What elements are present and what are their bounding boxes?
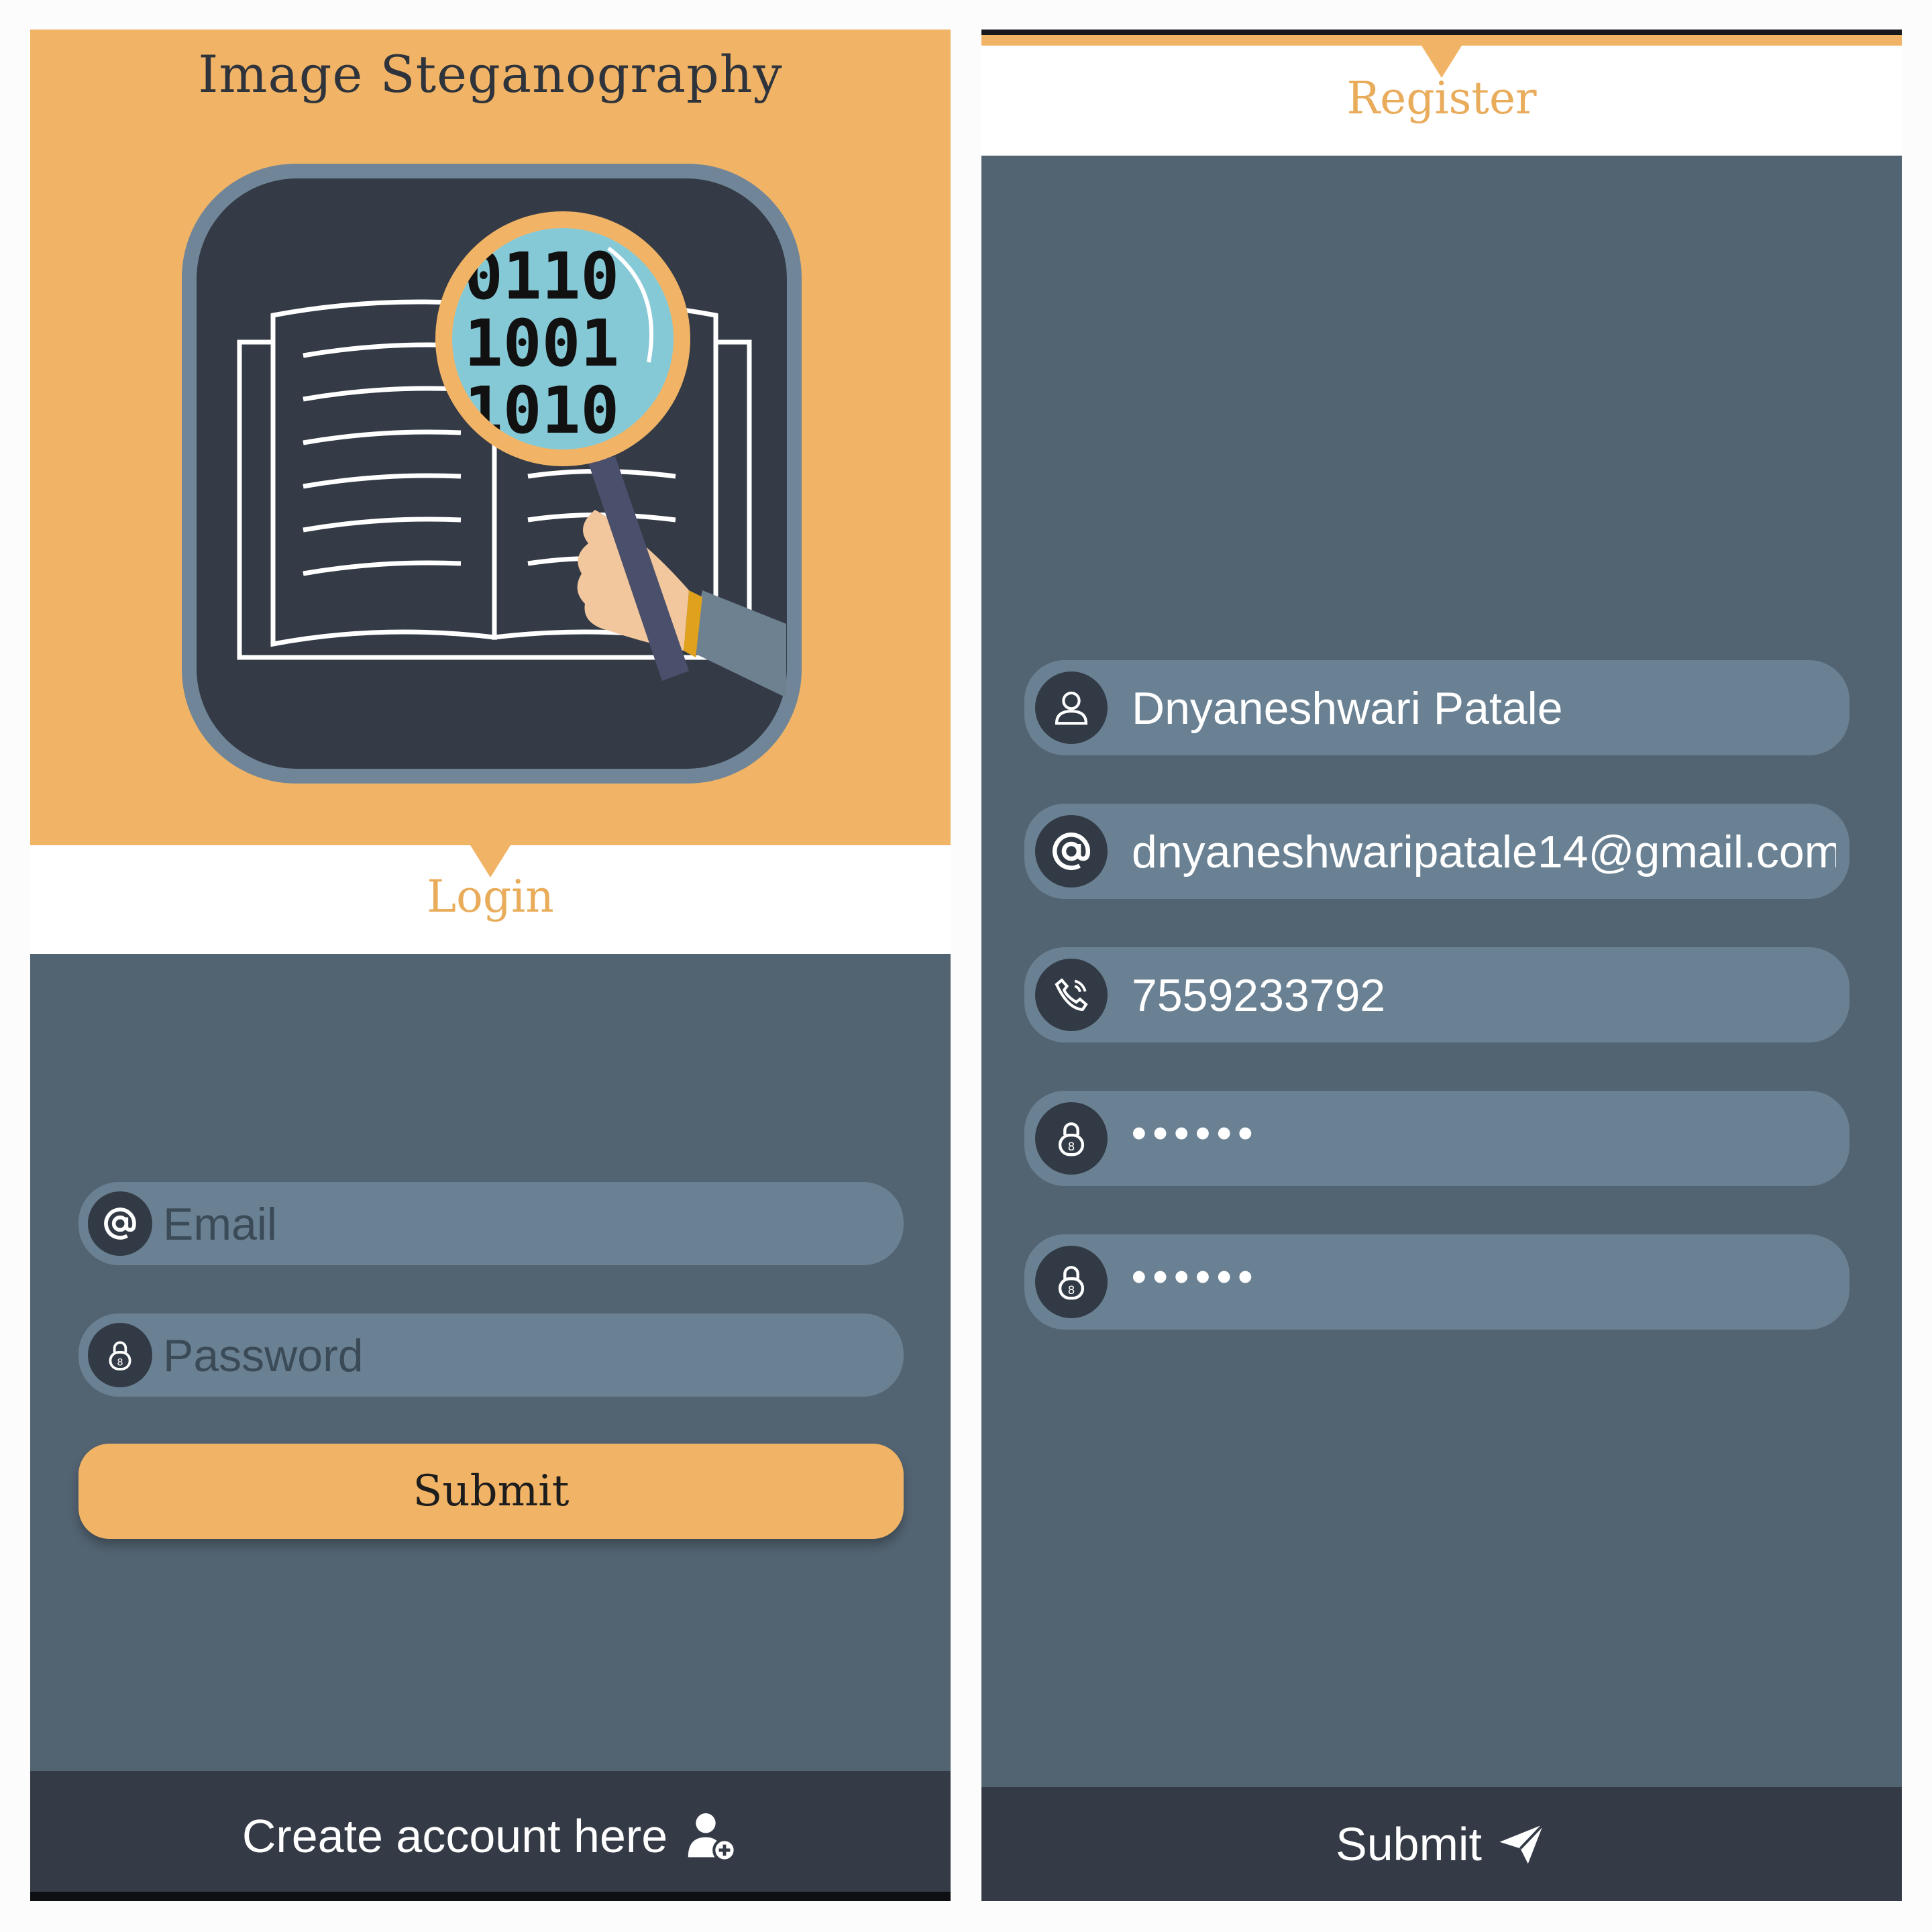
phone-field[interactable]: 7559233792 (1024, 947, 1849, 1042)
login-submit-button[interactable]: Submit (78, 1444, 904, 1539)
app-header: Image Steganography 0110 1001 1010 (30, 30, 951, 845)
send-icon (1499, 1823, 1544, 1864)
add-user-icon (688, 1813, 737, 1862)
user-icon (1035, 672, 1108, 744)
top-edge (981, 30, 1902, 35)
email-field[interactable]: dnyaneshwaripatale14@gmail.com (1024, 804, 1849, 899)
register-footer: Submit (981, 1787, 1902, 1901)
phone-icon (1035, 959, 1108, 1031)
create-account-footer: Create account here (30, 1771, 951, 1901)
create-account-link[interactable]: Create account here (30, 1806, 951, 1866)
accent-strip (981, 35, 1902, 46)
svg-text:8: 8 (1068, 1283, 1075, 1297)
register-submit-button[interactable]: Submit (981, 1814, 1902, 1874)
register-form: Dnyaneshwari Patale dnyaneshwaripatale14… (981, 156, 1902, 1787)
password-placeholder: Password (163, 1330, 364, 1381)
screen-bottom-edge (30, 1892, 951, 1901)
confirm-password-field[interactable]: 8 •••••• (1024, 1234, 1849, 1330)
login-tab[interactable]: Login (30, 845, 951, 954)
logo-binary-row-2: 1001 (464, 306, 619, 381)
register-tab-label: Register (1346, 72, 1537, 124)
register-tab[interactable]: Register (981, 46, 1902, 156)
email-placeholder: Email (163, 1199, 278, 1250)
confirm-password-value: •••••• (1132, 1254, 1260, 1300)
login-screen: Image Steganography 0110 1001 1010 Login… (30, 30, 951, 1901)
full-name-value: Dnyaneshwari Patale (1132, 683, 1563, 734)
email-value: dnyaneshwaripatale14@gmail.com (1132, 826, 1836, 877)
password-field[interactable]: 8 •••••• (1024, 1091, 1849, 1186)
password-field[interactable]: 8 Password (78, 1313, 904, 1397)
phone-value: 7559233792 (1132, 970, 1386, 1021)
lock-icon: 8 (1035, 1102, 1108, 1175)
register-submit-label: Submit (1336, 1818, 1482, 1870)
svg-text:8: 8 (1068, 1140, 1075, 1153)
login-form: Email 8 Password Submit (30, 954, 951, 1771)
full-name-field[interactable]: Dnyaneshwari Patale (1024, 660, 1849, 755)
password-value: •••••• (1132, 1110, 1260, 1157)
app-logo: 0110 1001 1010 (182, 164, 802, 784)
login-tab-label: Login (427, 871, 554, 922)
email-field[interactable]: Email (78, 1182, 904, 1265)
register-screen: Register Dnyaneshwari Patale dnyaneshwar… (981, 30, 1902, 1901)
at-icon (1035, 815, 1108, 888)
at-icon (88, 1191, 152, 1256)
svg-text:8: 8 (117, 1357, 123, 1368)
lock-icon: 8 (88, 1323, 152, 1387)
lock-icon: 8 (1035, 1246, 1108, 1318)
create-account-label: Create account here (241, 1810, 668, 1862)
app-title: Image Steganography (198, 44, 783, 104)
